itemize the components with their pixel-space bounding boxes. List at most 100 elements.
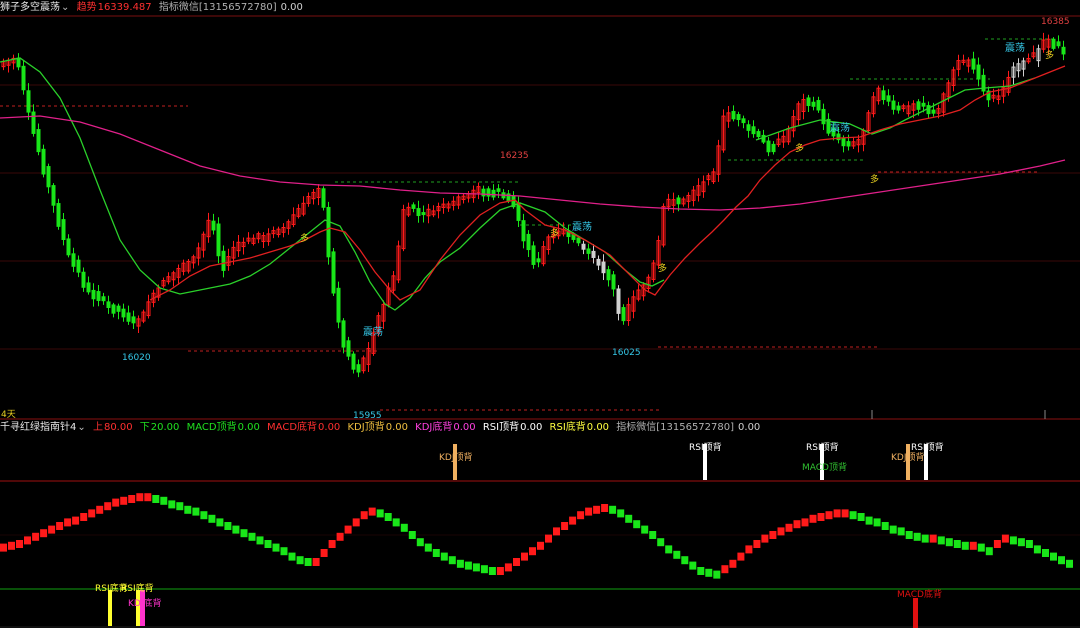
oscillator-block [833, 509, 841, 518]
moving-average-fast [0, 115, 1066, 211]
oscillator-block [256, 536, 264, 545]
oscillator-block [817, 513, 825, 521]
oscillator-block [288, 552, 296, 561]
oscillator-block [521, 552, 528, 561]
candlestick-chart: 16385 16235 16020 15955 16025 震荡 震荡 震荡 震… [0, 15, 1080, 420]
oscillator-block [537, 541, 544, 550]
oscillator-block [1033, 545, 1041, 554]
oscillator-block [96, 505, 104, 514]
oscillator-block [905, 531, 913, 539]
oscillator-block [777, 527, 785, 536]
oscillator-block [737, 552, 745, 561]
oscillator-block [809, 514, 817, 523]
oscillator-block [953, 540, 961, 548]
low-price-label: 16025 [612, 348, 641, 358]
oscillator-block [1017, 538, 1025, 547]
oscillator-block [865, 516, 873, 525]
oscillator-block [432, 549, 440, 557]
oscillator-block [64, 518, 72, 527]
oscillator-chart: KDJ顶背 RSI顶背 RSI顶背 MACD顶背 KDJ顶背 RSI顶背 RSI… [0, 441, 1080, 628]
oscillator-block [80, 513, 88, 521]
oscillator-block [248, 532, 256, 541]
level-lines [0, 38, 1055, 411]
oscillator-block [609, 505, 617, 514]
oscillator-block [745, 545, 753, 554]
rsi-bottom-text: RSI底背 [121, 582, 154, 594]
oscillator-block [136, 493, 144, 502]
oscillator-block [240, 529, 248, 538]
kdj-top-text: KDJ顶背 [439, 451, 473, 463]
oscillator-block [16, 540, 23, 548]
oscillator-block [488, 567, 496, 575]
oscillator-block [577, 511, 585, 520]
oscillator-block [681, 556, 689, 565]
grid-lines [0, 84, 1080, 350]
oscillator-block [176, 502, 184, 511]
oscillator-block [504, 563, 512, 572]
oscillator-block [280, 547, 288, 556]
oscillator-block [593, 505, 601, 514]
macd-bottom-divergence-bar [913, 598, 918, 628]
oscillator-block [144, 493, 152, 502]
oscillator-block [545, 534, 552, 543]
bullish-signal: 多 [795, 142, 804, 154]
oscillator-block [472, 563, 480, 572]
oscillator-block [88, 509, 96, 518]
oscillator-block [464, 561, 472, 570]
oscillator-block [929, 534, 937, 543]
oscillator-panel[interactable]: 千寻红绿指南针4⌄ 上80.00 下20.00 MACD顶背0.00 MACD底… [0, 420, 1080, 628]
oscillator-block [1025, 540, 1033, 548]
oscillator-block [72, 516, 80, 525]
oscillator-block [400, 523, 408, 532]
oscillator-block [168, 500, 176, 509]
oscillator-block [128, 495, 136, 503]
oscillator-block [937, 536, 945, 545]
oscillator-block [344, 525, 352, 534]
period-label: 4天 [1, 410, 16, 420]
oscillator-block [969, 541, 977, 550]
oscillator-block [721, 565, 729, 574]
rsi-top-text: RSI顶背 [689, 441, 722, 453]
oscillator-block [416, 538, 424, 547]
oscillator-blocks [0, 493, 1073, 579]
bullish-signal: 多 [658, 262, 667, 274]
oscillator-block [360, 511, 368, 520]
oscillator-block [889, 525, 897, 534]
oscillator-block [1042, 549, 1049, 557]
oscillator-block [729, 559, 737, 568]
oscillator-block [8, 541, 15, 550]
oscillator-block [376, 509, 384, 518]
oscillation-signal: 震荡 [363, 326, 383, 338]
oscillator-block [104, 502, 112, 511]
oscillator-block [841, 509, 849, 518]
oscillator-block [769, 531, 777, 539]
oscillator-block [384, 513, 392, 521]
price-chart-panel[interactable]: 狮子多空震荡⌄ 趋势16339.487 指标微信[13156572780] 0.0… [0, 0, 1080, 420]
oscillator-block [336, 532, 344, 541]
bullish-signal: 多 [300, 232, 309, 244]
oscillator-block [673, 550, 681, 559]
oscillator-block [697, 567, 705, 575]
macd-top-text: MACD顶背 [802, 461, 847, 473]
rsi-bottom-divergence-bar [108, 590, 112, 626]
oscillator-block [985, 547, 993, 556]
oscillator-block [945, 538, 953, 547]
oscillator-block [529, 547, 536, 556]
oscillator-block [1009, 536, 1017, 545]
oscillator-block [232, 525, 240, 534]
oscillator-block [1066, 559, 1073, 568]
oscillator-block [705, 568, 713, 577]
oscillation-signal: 震荡 [830, 122, 850, 134]
oscillator-block [617, 509, 625, 518]
oscillator-block [601, 504, 609, 512]
oscillator-block [272, 543, 280, 552]
oscillator-block [424, 543, 432, 552]
bullish-signal: 多 [870, 173, 879, 185]
oscillator-block [208, 514, 216, 523]
oscillator-block [120, 496, 128, 505]
oscillator-block [320, 549, 328, 557]
oscillator-block [160, 496, 168, 505]
oscillator-block [793, 520, 801, 529]
oscillator-block [857, 513, 865, 521]
low-price-label: 16020 [122, 353, 151, 363]
